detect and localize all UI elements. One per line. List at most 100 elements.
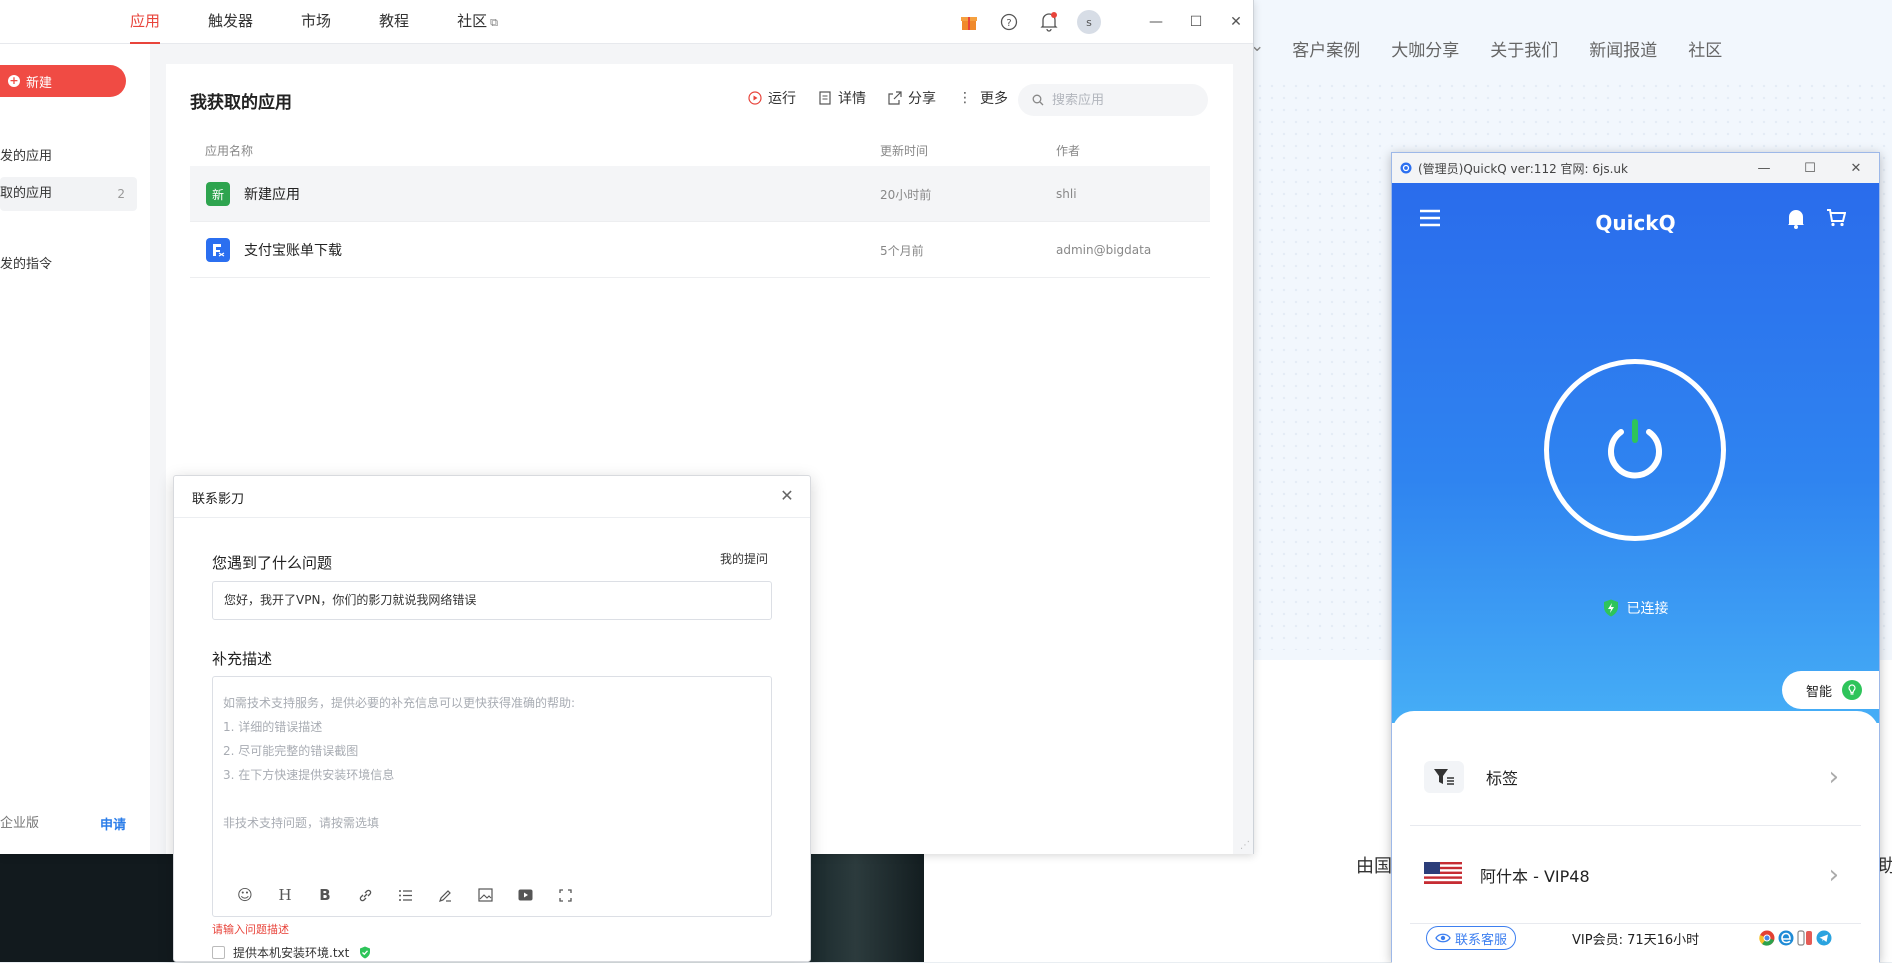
tab-tutorials[interactable]: 教程 <box>379 0 409 44</box>
bg-nav-item[interactable]: 关于我们 <box>1490 36 1558 61</box>
sidebar-item-developed-commands[interactable]: 发的指令 <box>0 248 137 282</box>
image-icon[interactable] <box>465 883 505 907</box>
new-button[interactable]: + 新建 <box>0 65 126 97</box>
background-nav: ⌄ 客户案例 大咖分享 关于我们 新闻报道 社区 <box>1250 36 1753 61</box>
emoji-icon[interactable]: ☺ <box>225 883 265 907</box>
tag-filter-row[interactable]: 标签 › <box>1410 728 1861 826</box>
support-label: 联系客服 <box>1455 932 1508 948</box>
author-cell: admin@bigdata <box>1056 243 1152 257</box>
env-checkbox-row[interactable]: 提供本机安装环境.txt <box>212 944 371 961</box>
description-placeholder: 如需技术支持服务，提供必要的补充信息可以更快获得准确的帮助: 1. 详细的错误描… <box>223 696 576 830</box>
user-avatar[interactable]: s <box>1075 8 1103 36</box>
mode-label: 智能 <box>1806 684 1833 700</box>
filter-icon <box>1424 760 1464 793</box>
mode-toggle[interactable]: 智能 <box>1782 671 1879 709</box>
shield-bolt-icon <box>1603 599 1618 617</box>
minimize-icon[interactable]: — <box>1741 153 1787 183</box>
sidebar-item-label: 发的应用 <box>0 149 53 164</box>
quickq-window: (管理员)QuickQ ver:112 官网: 6js.uk — ☐ ✕ Qui… <box>1391 152 1880 963</box>
editor-toolbar: ☺ H B <box>225 883 585 907</box>
edition-label: 企业版 <box>0 816 40 831</box>
minimize-icon[interactable]: — <box>1136 8 1176 36</box>
dialog-title: 联系影刀 <box>174 476 810 518</box>
background-image-highlight <box>810 852 924 962</box>
gift-icon[interactable] <box>955 8 983 36</box>
platform-icons <box>1759 930 1832 946</box>
question-input[interactable]: 您好，我开了VPN，你们的影刀就说我网络错误 <box>212 581 772 620</box>
checkbox[interactable] <box>212 946 225 959</box>
apply-link[interactable]: 申请 <box>100 814 126 833</box>
app-name-cell: 新 新建应用 <box>206 166 300 222</box>
app-name: 支付宝账单下载 <box>244 243 342 259</box>
heading-icon[interactable]: H <box>265 883 305 907</box>
share-icon <box>888 91 902 105</box>
maximize-icon[interactable]: ☐ <box>1787 153 1833 183</box>
switch-icon <box>1797 930 1813 946</box>
link-icon[interactable] <box>345 883 385 907</box>
close-icon[interactable]: ✕ <box>776 485 798 507</box>
bell-icon[interactable] <box>1035 8 1063 36</box>
bold-icon[interactable]: B <box>305 883 345 907</box>
chevron-right-icon: › <box>1828 859 1839 890</box>
cart-icon[interactable] <box>1826 209 1847 231</box>
vip-status: VIP会员: 71天16小时 <box>1572 932 1700 948</box>
page-title: 我获取的应用 <box>190 93 292 113</box>
run-button[interactable]: 运行 <box>748 88 796 108</box>
column-header-author: 作者 <box>1056 144 1081 158</box>
help-icon[interactable]: ? <box>995 8 1023 36</box>
alipay-app-icon <box>206 238 230 262</box>
server-label: 阿什本 - VIP48 <box>1480 866 1590 886</box>
pen-icon[interactable] <box>425 883 465 907</box>
power-button[interactable] <box>1544 359 1726 541</box>
search-input[interactable] <box>1052 92 1192 108</box>
tab-triggers[interactable]: 触发器 <box>208 0 253 44</box>
table-header: 应用名称 更新时间 作者 <box>190 140 1210 166</box>
description-editor[interactable]: 如需技术支持服务，提供必要的补充信息可以更快获得准确的帮助: 1. 详细的错误描… <box>212 676 772 917</box>
sidebar-item-acquired-apps[interactable]: 取的应用 2 <box>0 177 137 211</box>
play-icon <box>748 91 762 105</box>
maximize-icon[interactable]: ☐ <box>1176 8 1216 36</box>
avatar: s <box>1077 10 1101 34</box>
resize-handle-icon[interactable]: ⋰ <box>1240 840 1250 851</box>
table-row[interactable]: 支付宝账单下载 5个月前 admin@bigdata <box>190 222 1210 278</box>
author-cell: shli <box>1056 187 1077 201</box>
power-icon <box>1608 419 1662 479</box>
close-icon[interactable]: ✕ <box>1833 153 1879 183</box>
video-icon[interactable] <box>505 883 545 907</box>
column-header-name: 应用名称 <box>205 144 254 158</box>
column-header-updated: 更新时间 <box>880 144 929 158</box>
more-button[interactable]: ⋮ 更多 <box>958 88 1008 108</box>
bg-nav-item[interactable]: 新闻报道 <box>1589 36 1657 61</box>
share-button[interactable]: 分享 <box>888 88 936 108</box>
sidebar-item-developed-apps[interactable]: 发的应用 <box>0 140 137 174</box>
bg-nav-item[interactable]: 大咖分享 <box>1391 36 1459 61</box>
smart-mode-icon <box>1842 680 1863 700</box>
quickq-window-controls: — ☐ ✕ <box>1741 153 1879 183</box>
table-row[interactable]: 新 新建应用 20小时前 shli <box>190 166 1210 222</box>
list-icon[interactable] <box>385 883 425 907</box>
tab-community[interactable]: 社区 ⧉ <box>457 0 498 44</box>
bg-nav-item[interactable]: 客户案例 <box>1292 36 1360 61</box>
chevron-right-icon: › <box>1828 761 1839 792</box>
quickq-logo-icon <box>1400 162 1412 174</box>
bell-icon[interactable] <box>1787 209 1805 233</box>
server-row[interactable]: 阿什本 - VIP48 › <box>1410 826 1861 924</box>
close-icon[interactable]: ✕ <box>1216 8 1256 36</box>
svg-text:?: ? <box>1006 18 1011 29</box>
telegram-icon <box>1816 930 1832 946</box>
fullscreen-icon[interactable] <box>545 883 585 907</box>
details-button[interactable]: 详情 <box>818 88 866 108</box>
my-questions-link[interactable]: 我的提问 <box>720 550 768 567</box>
quickq-window-title: (管理员)QuickQ ver:112 官网: 6js.uk <box>1418 161 1628 176</box>
details-label: 详情 <box>838 91 866 107</box>
description-label: 补充描述 <box>212 650 273 668</box>
bg-nav-item[interactable]: 社区 <box>1688 36 1722 61</box>
support-button[interactable]: 联系客服 <box>1426 926 1517 950</box>
tab-apps[interactable]: 应用 <box>130 0 161 44</box>
new-button-label: 新建 <box>26 75 53 91</box>
window-controls: — ☐ ✕ <box>1136 8 1256 36</box>
question-label: 您遇到了什么问题 <box>212 554 333 572</box>
quickq-hero: QuickQ 已连接 智能 <box>1392 183 1879 723</box>
us-flag-icon <box>1424 861 1462 888</box>
tab-market[interactable]: 市场 <box>301 0 331 44</box>
